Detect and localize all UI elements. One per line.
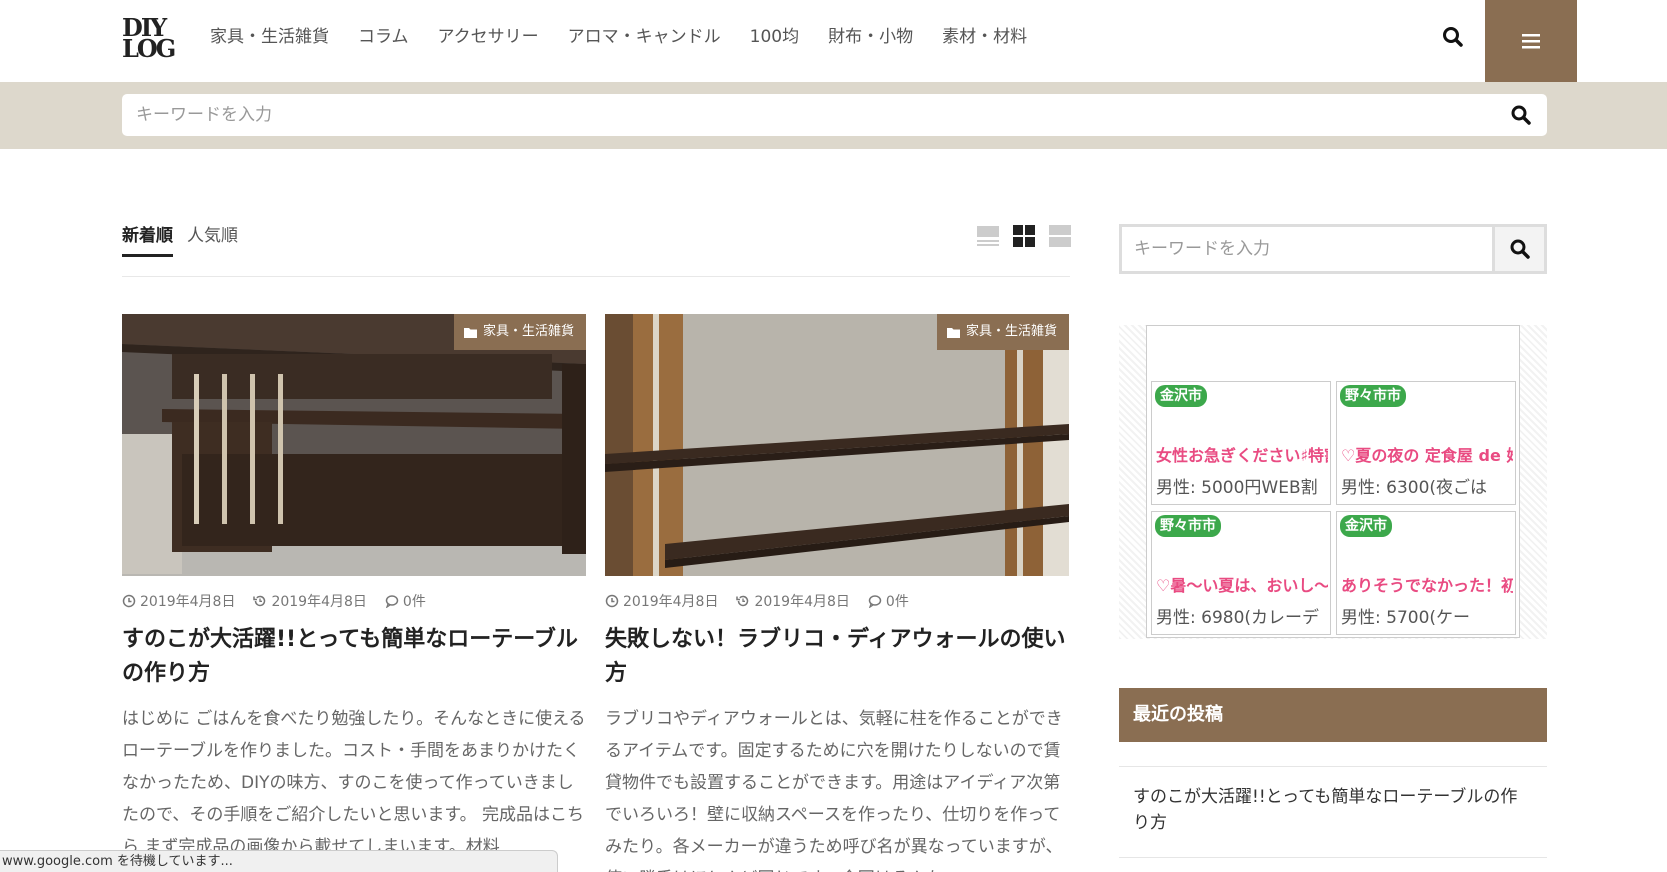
article-card: 家具・生活雑貨 2019年4月8日 2019年4月8日 0件 失敗しない！ラブリ… (605, 314, 1069, 872)
ad-headline: ありそうでなかった！初婚の方●再婚だけど (1341, 576, 1513, 595)
nav-item-furniture[interactable]: 家具・生活雑貨 (210, 24, 329, 50)
article-excerpt: ラブリコやディアウォールとは、気軽に柱を作ることができるアイテムです。固定するた… (605, 709, 1063, 872)
category-badge[interactable]: 家具・生活雑貨 (453, 314, 586, 350)
clock-icon (605, 594, 619, 608)
folder-icon (463, 327, 477, 338)
ad-price: 男性: 6300(夜ごは (1341, 476, 1513, 500)
view-switcher (976, 224, 1072, 248)
recent-divider (1119, 766, 1547, 767)
article-thumbnail[interactable]: 家具・生活雑貨 (605, 314, 1069, 576)
sort-tabs: 新着順 人気順 (122, 224, 252, 257)
comment-count: 0件 (885, 594, 909, 610)
sidebar-search-button[interactable] (1492, 227, 1544, 271)
browser-status-bar: www.google.com を待機しています... (0, 850, 558, 872)
ad-price: 男性: 6980(カレーデ (1156, 606, 1328, 630)
ad-location-tag: 金沢市 (1155, 385, 1207, 407)
recent-divider (1119, 857, 1547, 858)
ad-headline: ♡暑～い夏は、おいし～いカレーディナーと (1156, 576, 1328, 595)
sidebar-search-input[interactable]: キーワードを入力 (1122, 227, 1492, 271)
ad-location-tag: 野々市市 (1155, 515, 1221, 537)
band-search-icon[interactable] (1510, 104, 1532, 126)
nav-item-100yen[interactable]: 100均 (750, 24, 799, 50)
ad-item[interactable]: 金沢市 女性お急ぎください♯特割増枠残1≪金沢≫夏 男性: 5000円WEB割 (1151, 381, 1331, 505)
site-logo[interactable]: DIY LOG (122, 16, 182, 63)
list-view-icon[interactable] (976, 224, 1000, 248)
menu-button[interactable] (1485, 0, 1577, 82)
article-title[interactable]: すのこが大活躍!!とっても簡単なローテーブルの作り方 (122, 623, 586, 691)
article-meta: 2019年4月8日 2019年4月8日 0件 (122, 591, 586, 611)
published-date: 2019年4月8日 (623, 594, 719, 610)
ad-container: 金沢市 女性お急ぎください♯特割増枠残1≪金沢≫夏 男性: 5000円WEB割 … (1146, 325, 1520, 638)
article-thumbnail[interactable]: 家具・生活雑貨 (122, 314, 586, 576)
updated-date: 2019年4月8日 (271, 594, 367, 610)
ad-price: 男性: 5700(ケー (1341, 606, 1513, 630)
search-icon (1510, 239, 1530, 259)
recent-post-link[interactable]: すのこが大活躍!!とっても簡単なローテーブルの作り方 (1133, 784, 1533, 836)
nav-item-wallet[interactable]: 財布・小物 (828, 24, 913, 50)
header-search-icon[interactable] (1440, 24, 1468, 52)
sidebar-search: キーワードを入力 (1119, 224, 1547, 274)
ad-price: 男性: 5000円WEB割 (1156, 476, 1328, 500)
search-band: キーワードを入力 (0, 82, 1667, 149)
nav-item-aroma-candle[interactable]: アロマ・キャンドル (568, 24, 721, 50)
article-excerpt: はじめに ごはんを食べたり勉強したり。そんなときに使えるローテーブルを作りました… (122, 709, 586, 857)
category-label: 家具・生活雑貨 (965, 324, 1057, 339)
logo-line-2: LOG (122, 34, 176, 63)
ad-item[interactable]: 野々市市 ♡暑～い夏は、おいし～いカレーディナーと 男性: 6980(カレーデ (1151, 511, 1331, 635)
ad-location-tag: 金沢市 (1340, 515, 1392, 537)
category-label: 家具・生活雑貨 (482, 324, 574, 339)
folder-icon (946, 327, 960, 338)
ad-item[interactable]: 野々市市 ♡夏の夜の 定食屋 de 婚活●38～55歳♡出会 男性: 6300(… (1336, 381, 1516, 505)
nav-item-column[interactable]: コラム (358, 24, 409, 50)
clock-icon (122, 594, 136, 608)
ad-widget: 金沢市 女性お急ぎください♯特割増枠残1≪金沢≫夏 男性: 5000円WEB割 … (1119, 325, 1547, 639)
history-icon (253, 595, 266, 607)
nav-item-materials[interactable]: 素材・材料 (942, 24, 1027, 50)
card-view-icon[interactable] (1048, 224, 1072, 248)
tab-new[interactable]: 新着順 (122, 224, 173, 257)
ad-headline: 女性お急ぎください♯特割増枠残1≪金沢≫夏 (1156, 446, 1328, 465)
ad-headline: ♡夏の夜の 定食屋 de 婚活●38～55歳♡出会 (1341, 446, 1513, 465)
updated-date: 2019年4月8日 (754, 594, 850, 610)
published-date: 2019年4月8日 (140, 594, 236, 610)
comment-icon (868, 595, 882, 608)
tab-popular[interactable]: 人気順 (187, 224, 238, 257)
history-icon (736, 595, 749, 607)
recent-posts-heading: 最近の投稿 (1119, 688, 1547, 742)
ad-location-tag: 野々市市 (1340, 385, 1406, 407)
nav-item-accessory[interactable]: アクセサリー (438, 24, 539, 50)
comment-icon (385, 595, 399, 608)
band-search-input[interactable]: キーワードを入力 (122, 94, 1547, 136)
hamburger-icon (1522, 34, 1540, 49)
comment-count: 0件 (402, 594, 426, 610)
tabs-divider (122, 276, 1070, 277)
grid-view-icon[interactable] (1012, 224, 1036, 248)
main-nav: 家具・生活雑貨 コラム アクセサリー アロマ・キャンドル 100均 財布・小物 … (210, 24, 1056, 50)
article-title[interactable]: 失敗しない！ラブリコ・ディアウォールの使い方 (605, 623, 1069, 691)
ad-item[interactable]: 金沢市 ありそうでなかった！初婚の方●再婚だけど 男性: 5700(ケー (1336, 511, 1516, 635)
article-card: 家具・生活雑貨 2019年4月8日 2019年4月8日 0件 すのこが大活躍!!… (122, 314, 586, 863)
site-header: DIY LOG 家具・生活雑貨 コラム アクセサリー アロマ・キャンドル 100… (0, 0, 1667, 82)
article-meta: 2019年4月8日 2019年4月8日 0件 (605, 591, 1069, 611)
category-badge[interactable]: 家具・生活雑貨 (936, 314, 1069, 350)
